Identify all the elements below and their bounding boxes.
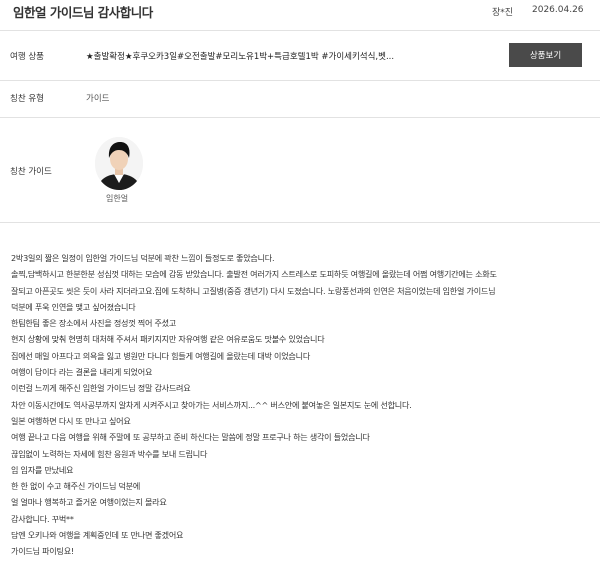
- review-line: 현지 상황에 맞춰 현명히 대처해 주셔서 패키지지만 자유여행 같은 여유로움…: [11, 334, 325, 345]
- review-line: 임 임자를 만났네요: [11, 464, 74, 475]
- view-product-button[interactable]: 상품보기: [509, 43, 582, 67]
- review-line: 여행이 답이다 라는 결론을 내리게 되었어요: [11, 367, 153, 378]
- review-line: 솔찍,담백하시고 한분한분 성심껏 대하는 모습에 감동 받았습니다. 출발전 …: [11, 269, 497, 280]
- review-line: 한팀한팀 좋은 장소에서 사진을 정성껏 찍어 주셨고: [11, 318, 177, 329]
- post-date: 2026.04.26: [532, 5, 584, 15]
- guide-name: 임한얼: [106, 194, 129, 203]
- review-line: 2박3일의 짧은 일정이 임한얼 가이드님 덕분에 꽉찬 느낌이 들정도로 좋았…: [11, 253, 275, 263]
- author-name: 장*진: [492, 8, 514, 18]
- review-line: 가이드님 파이팅요!: [11, 546, 74, 557]
- divider: [0, 80, 600, 81]
- guide-photo-icon: [95, 137, 143, 190]
- review-line: 덕분에 푸욱 인연을 맺고 싶어졌습니다: [11, 301, 136, 312]
- review-line: 일본 여행하면 다시 또 만나고 싶어요: [11, 415, 131, 426]
- divider: [0, 30, 600, 31]
- product-name: ★출발확정★후쿠오카3일#오전출발#모리노유1박+특급호텔1박 #가이세키석식,…: [86, 52, 395, 62]
- praise-type-label: 칭찬 유형: [10, 94, 44, 104]
- review-line: 한 한 없이 수고 해주신 가이드님 덕분에: [11, 481, 141, 492]
- review-line: 끊임없이 노력하는 자세에 힘찬 응원과 박수를 보내 드립니다: [11, 448, 208, 459]
- praise-type-value: 가이드: [86, 94, 110, 104]
- praise-guide-label: 칭찬 가이드: [10, 167, 52, 177]
- divider: [0, 222, 600, 223]
- review-header: 임한얼 가이드님 감사합니다 장*진 2026.04.26: [0, 0, 600, 30]
- review-line: 담엔 오키나와 여행을 계획중인데 또 만나면 좋겠어요: [11, 530, 184, 541]
- guide-avatar: [95, 137, 143, 190]
- review-line: 잘되고 아픈곳도 씻은 듯이 사라 지더라고요.집에 도착하니 고질병(중증 갱…: [11, 285, 496, 296]
- review-line: 집에선 매일 아프다고 의욕을 잃고 병원만 다니다 힘들게 여행길에 올랐는데…: [11, 350, 311, 361]
- review-line: 차안 이동시간에도 역사공부까지 알차게 시켜주시고 찾아가는 서비스까지...…: [11, 399, 412, 410]
- review-line: 감사합니다. 꾸벅**: [11, 513, 74, 524]
- review-line: 얼 얼마나 행복하고 즐거운 여행이었는지 몰라요: [11, 497, 167, 508]
- review-body: 2박3일의 짧은 일정이 임한얼 가이드님 덕분에 꽉찬 느낌이 들정도로 좋았…: [11, 250, 596, 560]
- review-title: 임한얼 가이드님 감사합니다: [13, 5, 153, 20]
- product-label: 여행 상품: [10, 52, 44, 62]
- review-line: 여행 끝나고 다음 여행을 위해 주말에 또 공부하고 준비 하신다는 말씀에 …: [11, 432, 370, 443]
- divider: [0, 117, 600, 118]
- review-line: 이런걸 느끼게 해주신 임한얼 가이드님 정말 감사드려요: [11, 383, 191, 394]
